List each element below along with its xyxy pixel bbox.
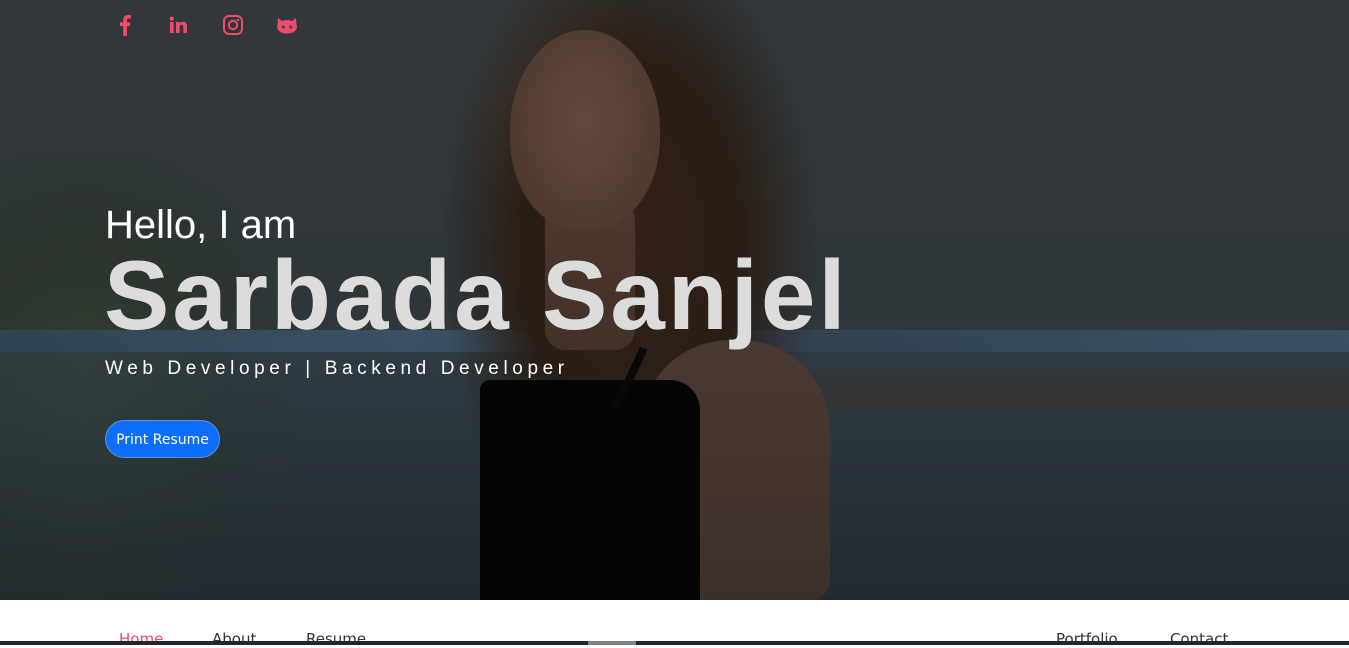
page-bottom-bar-highlight	[588, 641, 636, 645]
hero-role: Web Developer | Backend Developer	[105, 358, 569, 379]
nav-item-portfolio[interactable]: Portfolio	[1056, 630, 1118, 648]
print-resume-button[interactable]: Print Resume	[105, 420, 220, 458]
instagram-icon	[223, 15, 243, 35]
facebook-icon	[120, 15, 131, 36]
github-link[interactable]	[272, 14, 302, 42]
facebook-link[interactable]	[110, 14, 140, 42]
page-bottom-bar	[0, 641, 1349, 645]
linkedin-icon	[169, 16, 187, 33]
linkedin-link[interactable]	[164, 14, 194, 42]
github-icon	[277, 18, 297, 34]
hero-section: Hello, I am Sarbada Sanjel Web Developer…	[0, 0, 1349, 600]
nav-item-home[interactable]: Home	[119, 630, 163, 648]
main-navbar: Home About Resume Portfolio Contact	[0, 600, 1349, 648]
nav-item-contact[interactable]: Contact	[1170, 630, 1228, 648]
hero-name: Sarbada Sanjel	[104, 240, 849, 350]
nav-item-about[interactable]: About	[212, 630, 256, 648]
nav-item-resume[interactable]: Resume	[306, 630, 366, 648]
instagram-link[interactable]	[218, 14, 248, 42]
social-links	[110, 14, 302, 42]
